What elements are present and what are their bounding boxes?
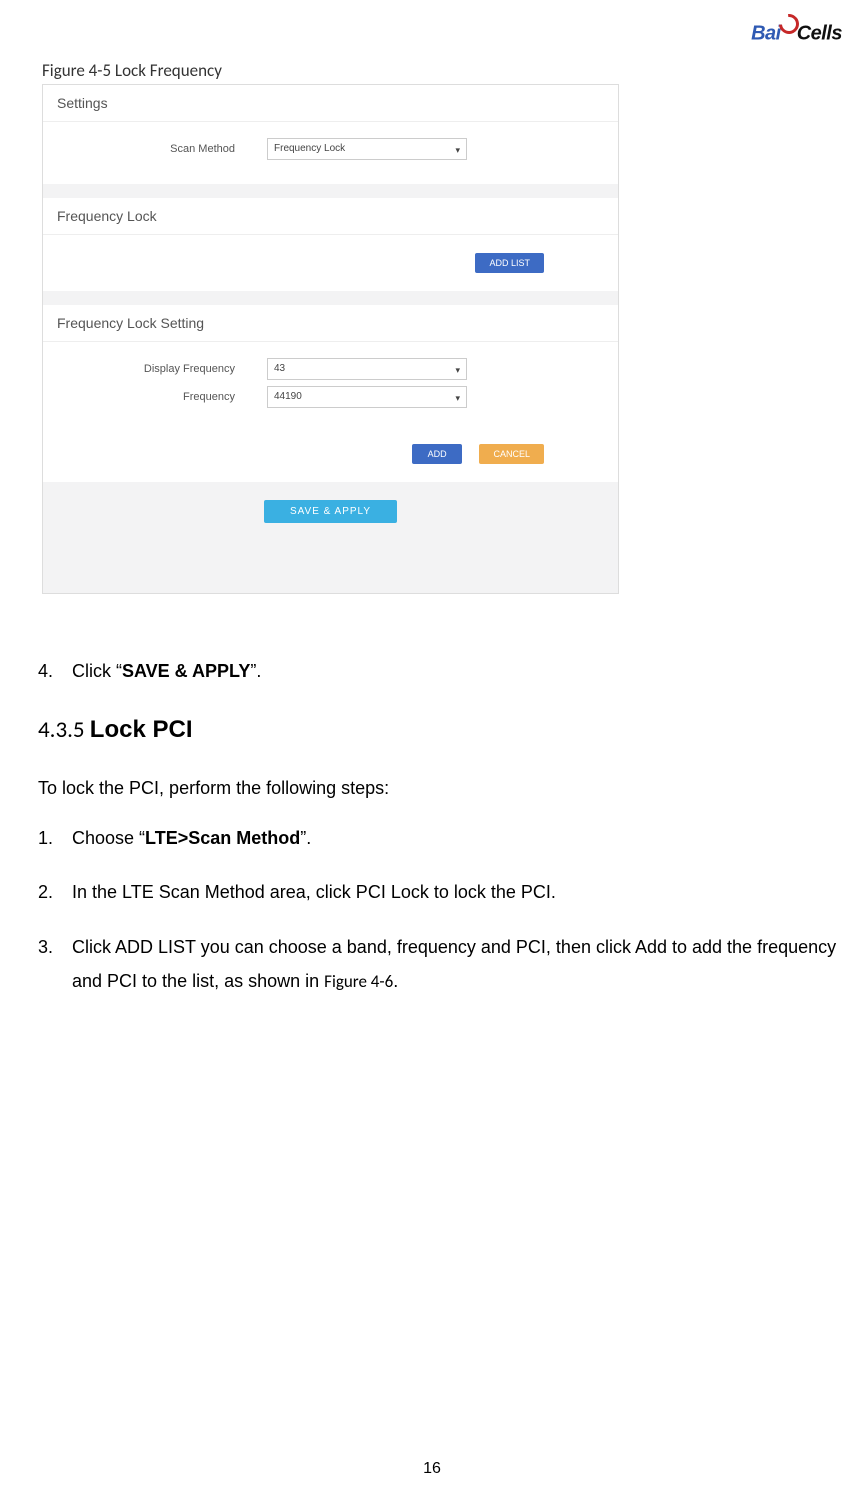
scan-method-row: Scan Method Frequency Lock — [57, 138, 604, 160]
section-heading: 4.3.5 Lock PCI — [38, 716, 864, 744]
step-1-number: 1. — [38, 821, 72, 855]
save-apply-row: SAVE & APPLY — [43, 496, 618, 523]
add-button[interactable]: ADD — [412, 444, 462, 464]
page-number: 16 — [0, 1460, 864, 1478]
step-4-post: ”. — [250, 661, 261, 681]
step-3-text-a: Click ADD LIST you can choose a band, fr… — [72, 937, 836, 991]
scan-method-label: Scan Method — [57, 143, 267, 155]
logo-text-bai: Bai — [751, 23, 781, 45]
step-4-pre: Click “ — [72, 661, 122, 681]
step-4: 4. Click “SAVE & APPLY”. — [38, 654, 864, 688]
scan-method-select[interactable]: Frequency Lock — [267, 138, 467, 160]
frequency-lock-setting-title: Frequency Lock Setting — [43, 305, 618, 342]
step-3-text-b: . — [393, 971, 398, 991]
frequency-lock-title: Frequency Lock — [43, 198, 618, 235]
step-2-text: In the LTE Scan Method area, click PCI L… — [72, 875, 864, 909]
frequency-lock-panel: Frequency Lock ADD LIST — [43, 198, 618, 291]
step-1: 1. Choose “LTE>Scan Method”. — [38, 821, 864, 855]
screenshot-figure: Settings Scan Method Frequency Lock Freq… — [42, 84, 619, 594]
settings-panel: Settings Scan Method Frequency Lock — [43, 85, 618, 184]
step-4-number: 4. — [38, 654, 72, 688]
frequency-value: 44190 — [274, 391, 302, 402]
logo-swirl-icon — [779, 14, 797, 32]
add-list-button[interactable]: ADD LIST — [475, 253, 544, 273]
step-2-number: 2. — [38, 875, 72, 909]
settings-panel-title: Settings — [43, 85, 618, 122]
section-title: Lock PCI — [90, 716, 193, 743]
frequency-row: Frequency 44190 — [57, 386, 604, 408]
figure-reference: Figure 4-6 — [324, 971, 393, 992]
step-3-number: 3. — [38, 930, 72, 998]
save-apply-button[interactable]: SAVE & APPLY — [264, 500, 397, 523]
display-frequency-label: Display Frequency — [57, 363, 267, 375]
step-2: 2. In the LTE Scan Method area, click PC… — [38, 875, 864, 909]
logo-text-cells: Cells — [797, 23, 842, 45]
step-1-post: ”. — [300, 828, 311, 848]
cancel-button[interactable]: CANCEL — [479, 444, 544, 464]
figure-caption: Figure 4-5 Lock Frequency — [42, 60, 222, 81]
document-body: 4. Click “SAVE & APPLY”. 4.3.5 Lock PCI … — [38, 654, 864, 1018]
step-1-pre: Choose “ — [72, 828, 145, 848]
step-4-bold: SAVE & APPLY — [122, 661, 250, 681]
frequency-select[interactable]: 44190 — [267, 386, 467, 408]
scan-method-value: Frequency Lock — [274, 143, 345, 154]
step-3: 3. Click ADD LIST you can choose a band,… — [38, 930, 864, 998]
frequency-label: Frequency — [57, 391, 267, 403]
section-number: 4.3.5 — [38, 716, 90, 744]
display-frequency-row: Display Frequency 43 — [57, 358, 604, 380]
display-frequency-value: 43 — [274, 363, 285, 374]
section-intro: To lock the PCI, perform the following s… — [38, 778, 864, 799]
step-1-bold: LTE>Scan Method — [145, 828, 300, 848]
frequency-lock-setting-panel: Frequency Lock Setting Display Frequency… — [43, 305, 618, 482]
display-frequency-select[interactable]: 43 — [267, 358, 467, 380]
brand-logo: Bai Cells — [751, 14, 842, 46]
